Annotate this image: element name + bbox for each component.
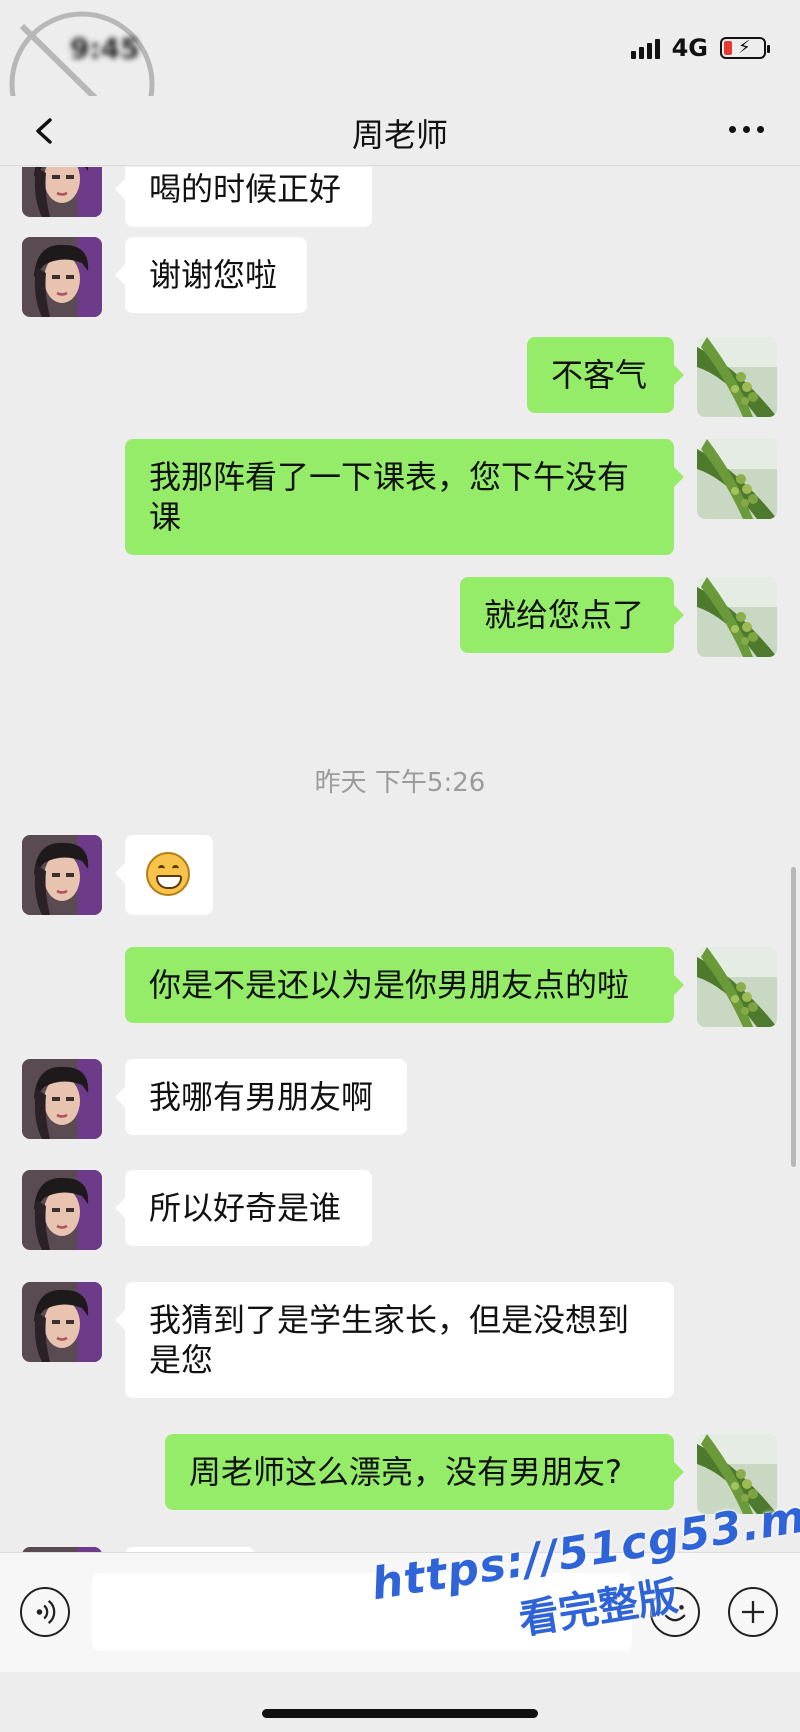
voice-icon[interactable] <box>20 1587 70 1637</box>
contact-avatar[interactable] <box>22 1059 102 1139</box>
contact-avatar[interactable] <box>22 167 102 217</box>
user-avatar[interactable] <box>697 439 777 519</box>
message-bubble[interactable]: 谢谢您啦 <box>115 237 307 313</box>
more-dots-icon[interactable] <box>729 126 764 133</box>
status-icons: 4G ⚡ <box>630 34 770 62</box>
message-bubble[interactable]: 周老师这么漂亮，没有男朋友? <box>165 1434 684 1510</box>
message-bubble[interactable]: 就给您点了 <box>460 577 684 653</box>
battery-icon: ⚡ <box>720 37 770 59</box>
signal-icon <box>630 37 660 59</box>
chat-title: 周老师 <box>351 116 448 154</box>
user-avatar[interactable] <box>697 337 777 417</box>
network-type: 4G <box>671 34 708 62</box>
message-bubble[interactable]: 我猜到了是学生家长，但是没想到是您 <box>115 1282 674 1398</box>
chat-header: 周老师 <box>0 96 800 166</box>
message-bubble[interactable]: 我那阵看了一下课表，您下午没有课 <box>125 439 684 555</box>
contact-avatar[interactable] <box>22 1282 102 1362</box>
status-time: 9:45 <box>70 32 140 65</box>
contact-avatar[interactable] <box>22 835 102 915</box>
message-timestamp: 昨天 下午5:26 <box>314 768 486 798</box>
contact-avatar[interactable] <box>22 1170 102 1250</box>
status-bar: 9:45 4G ⚡ <box>0 0 800 157</box>
message-bubble[interactable]: 喝的时候正好 <box>115 167 372 227</box>
contact-avatar[interactable] <box>22 237 102 317</box>
scrollbar[interactable] <box>791 867 796 1167</box>
message-bubble[interactable]: 所以好奇是谁 <box>115 1170 372 1246</box>
message-bubble[interactable] <box>115 835 213 915</box>
message-bubble[interactable]: 不客气 <box>527 337 684 413</box>
grinning-face-icon <box>146 852 190 896</box>
user-avatar[interactable] <box>697 577 777 657</box>
user-avatar[interactable] <box>697 947 777 1027</box>
message-bubble[interactable]: 我哪有男朋友啊 <box>115 1059 407 1135</box>
message-list[interactable]: 喝的时候正好 谢谢您啦 不客气 我那阵看了一下课表，您下午没有课 就给您点了 昨… <box>0 167 800 1552</box>
home-indicator[interactable] <box>262 1709 538 1718</box>
message-bubble[interactable]: 你是不是还以为是你男朋友点的啦 <box>125 947 684 1023</box>
